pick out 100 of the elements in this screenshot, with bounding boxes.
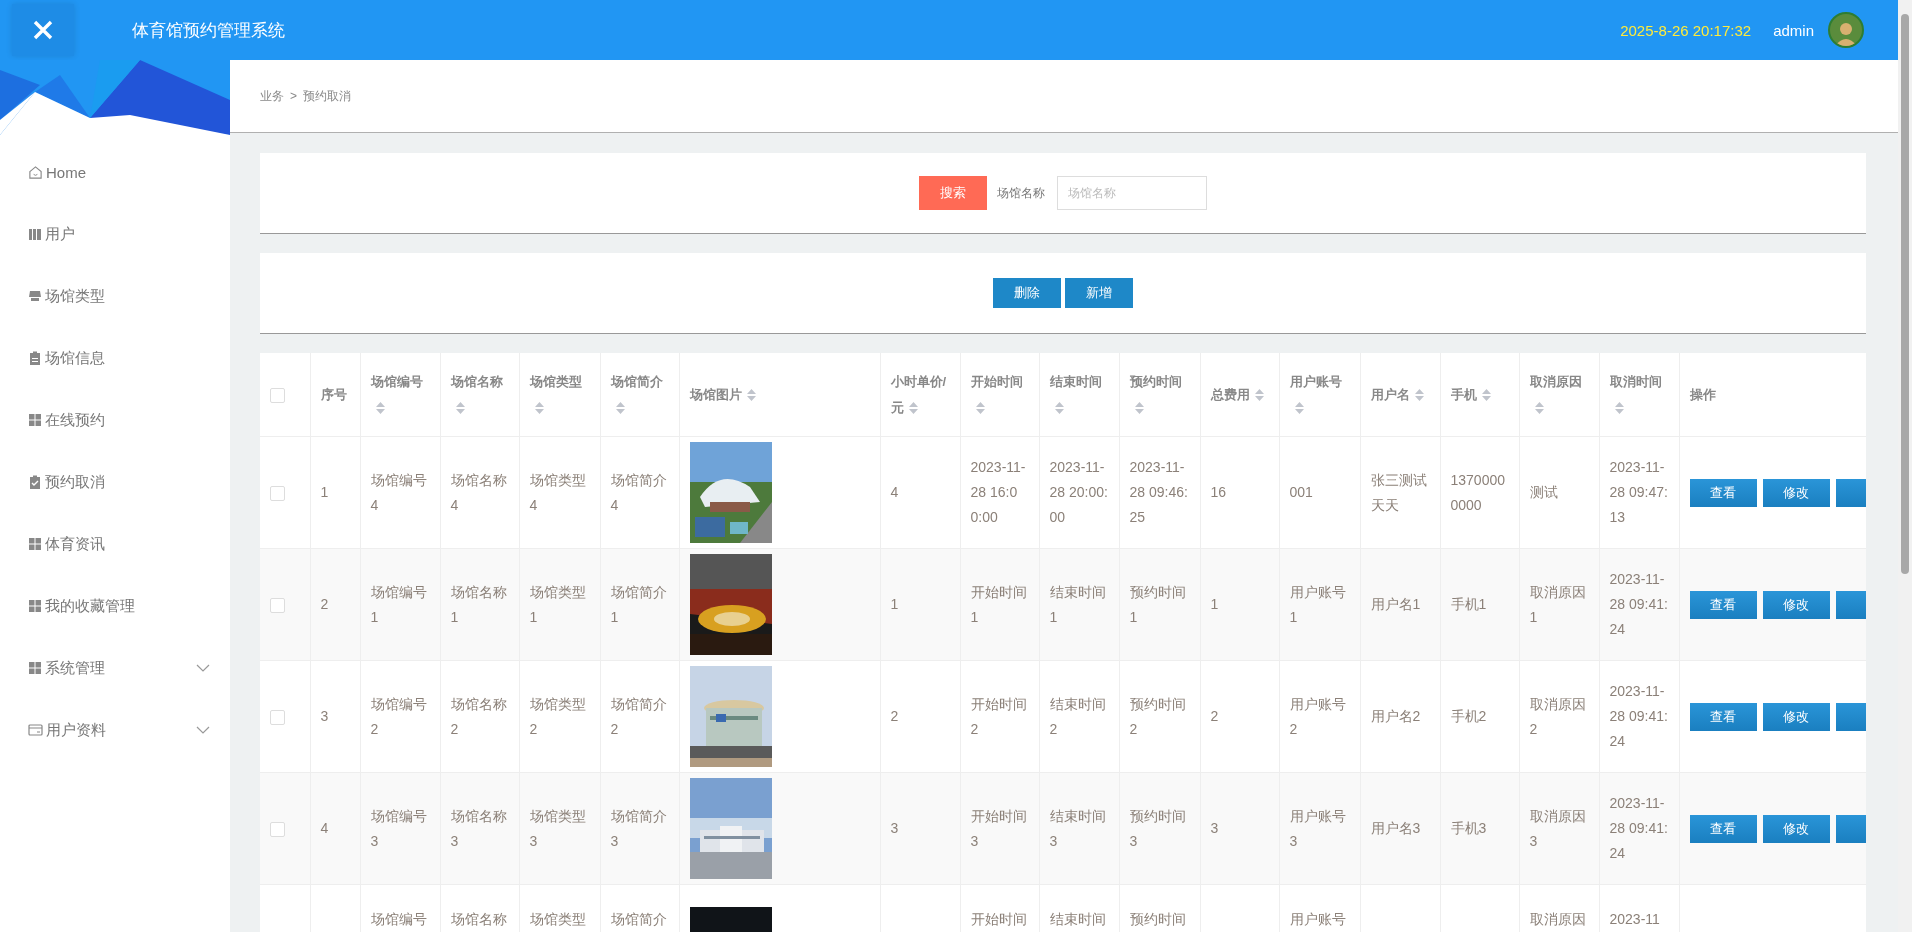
table-cell: 场馆名称4	[450, 471, 507, 513]
menu-item[interactable]: 场馆信息	[0, 327, 230, 389]
column-header[interactable]: 开始时间	[960, 353, 1039, 437]
table-cell: 2	[320, 596, 329, 612]
table-cell: 场馆名称2	[450, 695, 507, 737]
menu-item[interactable]: 在线预约	[0, 389, 230, 451]
action-button[interactable]: 新增	[1065, 278, 1133, 308]
search-button[interactable]: 搜索	[919, 176, 987, 210]
table-cell: 用户名3	[1370, 820, 1421, 836]
column-header[interactable]: 手机	[1440, 353, 1519, 437]
table-cell: 场馆简介1	[610, 583, 667, 625]
edit-button[interactable]: 修改	[1762, 702, 1830, 731]
home-icon	[28, 164, 43, 180]
table-cell: 开始时间2	[970, 695, 1027, 737]
close-icon	[33, 20, 53, 40]
column-header[interactable]: 取消原因	[1519, 353, 1599, 437]
column-header[interactable]: 场馆类型	[519, 353, 600, 437]
menu-item[interactable]: 用户资料	[0, 699, 230, 761]
table-cell: 张三测试天天	[1370, 471, 1427, 513]
table-cell: 结束时间	[1049, 911, 1106, 927]
table-cell: 场馆类型1	[529, 583, 586, 625]
table-cell: 用户账号	[1289, 911, 1346, 927]
menu-item[interactable]: Home	[0, 141, 230, 203]
table-cell: 场馆名称	[450, 911, 507, 927]
table-cell: 测试	[1529, 484, 1558, 500]
menu-item[interactable]: 用户	[0, 203, 230, 265]
table-cell: 2023-11-28 09:41:24	[1609, 795, 1668, 861]
avatar[interactable]	[1828, 12, 1864, 48]
action-button[interactable]: 删除	[993, 278, 1061, 308]
column-header[interactable]: 结束时间	[1039, 353, 1119, 437]
edit-button[interactable]: 修改	[1762, 814, 1830, 843]
table-cell: 结束时间1	[1049, 583, 1106, 625]
view-button[interactable]: 查看	[1689, 590, 1757, 619]
table-cell: 3	[890, 820, 899, 836]
column-header[interactable]: 取消时间	[1599, 353, 1679, 437]
grid-icon	[28, 413, 42, 427]
edit-button[interactable]: 修改	[1762, 590, 1830, 619]
column-header[interactable]: 预约时间	[1119, 353, 1200, 437]
table-cell: 用户账号1	[1289, 583, 1346, 625]
column-header[interactable]: 场馆编号	[360, 353, 440, 437]
table-cell: 1	[320, 484, 329, 500]
books-icon	[28, 227, 42, 241]
table-cell: 3	[1210, 820, 1219, 836]
menu-item[interactable]: 体育资讯	[0, 513, 230, 575]
column-header[interactable]: 场馆名称	[440, 353, 519, 437]
table-cell: 场馆类型4	[529, 471, 586, 513]
column-header[interactable]: 小时单价/元	[880, 353, 960, 437]
column-header[interactable]: 场馆简介	[600, 353, 679, 437]
table-cell: 取消原因1	[1529, 583, 1586, 625]
table-cell: 场馆编号3	[370, 807, 427, 849]
checkbox[interactable]	[270, 387, 285, 403]
view-button[interactable]: 查看	[1689, 478, 1757, 507]
venue-name-field[interactable]: 场馆名称	[1057, 176, 1207, 210]
table-cell: 2023-11-28 09:41:24	[1609, 571, 1668, 637]
table-cell: 4	[890, 484, 899, 500]
checkbox[interactable]	[270, 821, 285, 837]
column-header[interactable]: 场馆图片	[679, 353, 880, 437]
table-cell: 取消原因2	[1529, 695, 1586, 737]
column-header[interactable]: 总费用	[1200, 353, 1279, 437]
table-cell: 取消原因3	[1529, 807, 1586, 849]
table-cell: 预约时间1	[1129, 583, 1186, 625]
column-header[interactable]: 用户账号	[1279, 353, 1360, 437]
table-cell: 手机3	[1450, 820, 1487, 836]
table-cell: 001	[1289, 484, 1313, 500]
table-cell: 用户账号2	[1289, 695, 1346, 737]
view-button[interactable]: 查看	[1689, 814, 1757, 843]
scroll-thumb[interactable]	[1901, 14, 1909, 574]
table-cell: 1	[1210, 596, 1219, 612]
table-cell: 用户账号3	[1289, 807, 1346, 849]
table-cell: 2	[1210, 708, 1219, 724]
table-cell: 场馆编号	[370, 911, 427, 927]
menu-item[interactable]: 系统管理	[0, 637, 230, 699]
view-button[interactable]: 查看	[1689, 702, 1757, 731]
menu-item[interactable]: 预约取消	[0, 451, 230, 513]
column-header[interactable]: 用户名	[1360, 353, 1440, 437]
checkbox[interactable]	[270, 597, 285, 613]
table-cell: 预约时间2	[1129, 695, 1186, 737]
table-cell: 开始时间	[970, 911, 1027, 927]
checkbox[interactable]	[270, 485, 285, 501]
scrollbar[interactable]	[1898, 0, 1912, 932]
username[interactable]: admin	[1773, 21, 1814, 39]
menu-item[interactable]: 我的收藏管理	[0, 575, 230, 637]
menu-item[interactable]: 场馆类型	[0, 265, 230, 327]
datetime: 2025-8-26 20:17:32	[1620, 21, 1752, 39]
table-cell: 场馆简介4	[610, 471, 667, 513]
edit-button[interactable]: 修改	[1762, 478, 1830, 507]
checkbox[interactable]	[270, 709, 285, 725]
close-button[interactable]	[12, 4, 74, 56]
clipboard-check-icon	[28, 475, 42, 489]
table-cell: 场馆编号1	[370, 583, 427, 625]
table-cell: 2023-11-28 20:00:00	[1049, 459, 1108, 525]
table-cell: 场馆名称3	[450, 807, 507, 849]
grid-icon	[28, 599, 42, 613]
table-cell: 3	[320, 708, 329, 724]
table-cell: 16	[1210, 484, 1227, 500]
table-cell: 用户名1	[1370, 596, 1421, 612]
breadcrumb-item[interactable]: 业务	[260, 87, 284, 105]
field-label: 场馆名称	[997, 184, 1045, 202]
table-cell: 2023-11-28 09:46:25	[1129, 459, 1188, 525]
table-cell: 4	[320, 820, 329, 836]
